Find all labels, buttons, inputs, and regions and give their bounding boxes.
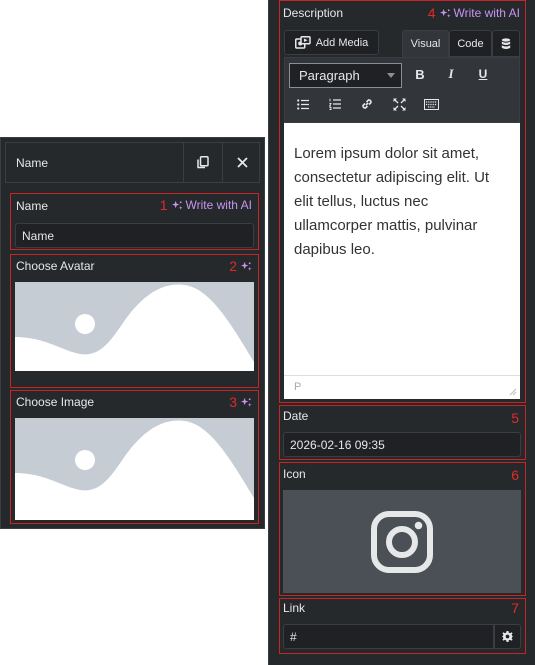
avatar-field-label: Choose Avatar xyxy=(16,259,95,273)
link-icon xyxy=(362,99,372,109)
repeater-item-panel: Name Name 1 Write with AI Name Choose Av… xyxy=(0,137,265,529)
icon-field-label: Icon xyxy=(283,467,306,481)
field-number: 5 xyxy=(511,410,519,426)
field-number: 3 xyxy=(229,394,237,410)
avatar-placeholder-image[interactable] xyxy=(15,282,254,371)
content-settings-panel: Description 4 Write with AI Add Media Vi… xyxy=(268,0,535,665)
repeater-item-title: Name xyxy=(16,156,49,170)
image-field-label: Choose Image xyxy=(16,395,95,409)
link-input[interactable]: # xyxy=(283,624,494,649)
fullscreen-icon xyxy=(393,98,405,110)
tab-visual[interactable]: Visual xyxy=(402,30,449,57)
icon-preview[interactable] xyxy=(283,490,521,593)
toolbar-toggle-button[interactable] xyxy=(422,95,440,113)
image-placeholder-icon xyxy=(15,282,254,371)
keyboard-icon xyxy=(423,98,439,110)
editor-content: Lorem ipsum dolor sit amet, consectetur … xyxy=(294,145,490,258)
repeater-item-header[interactable]: Name xyxy=(5,142,260,183)
add-media-label: Add Media xyxy=(315,36,369,49)
ai-sparkle-icon[interactable] xyxy=(241,397,252,408)
name-input-value: Name xyxy=(22,228,55,243)
chevron-down-icon xyxy=(387,73,395,78)
copy-icon xyxy=(197,156,209,169)
dynamic-tags-button[interactable] xyxy=(492,30,520,57)
database-icon xyxy=(501,37,511,49)
write-with-ai-label: Write with AI xyxy=(185,198,252,212)
close-icon xyxy=(236,157,248,168)
field-number: 4 xyxy=(427,5,436,21)
ai-sparkle-icon xyxy=(439,8,451,18)
link-field-label: Link xyxy=(283,601,306,615)
tab-code-label: Code xyxy=(457,37,484,50)
remove-button[interactable] xyxy=(223,143,261,182)
bold-button[interactable]: B xyxy=(410,64,430,84)
write-with-ai-button[interactable]: Write with AI xyxy=(439,6,520,20)
resize-handle-icon[interactable] xyxy=(509,388,517,396)
bullet-list-button[interactable] xyxy=(294,95,312,113)
duplicate-button[interactable] xyxy=(184,143,222,182)
write-with-ai-label: Write with AI xyxy=(453,6,520,20)
underline-button[interactable]: U xyxy=(473,64,493,84)
instagram-icon xyxy=(371,510,433,573)
bullet-list-icon xyxy=(297,98,309,110)
fullscreen-button[interactable] xyxy=(390,95,408,113)
editor-path: P xyxy=(294,381,302,393)
link-input-value: # xyxy=(290,629,297,644)
date-input-value: 2026-02-16 09:35 xyxy=(290,437,385,452)
gear-icon xyxy=(502,631,513,642)
italic-button[interactable]: I xyxy=(441,64,461,84)
image-placeholder-image[interactable] xyxy=(15,418,254,520)
editor-statusbar: P xyxy=(284,375,520,399)
insert-link-button[interactable] xyxy=(358,95,376,113)
format-select[interactable]: Paragraph xyxy=(289,63,402,88)
name-input[interactable]: Name xyxy=(15,223,254,248)
field-number: 2 xyxy=(229,258,237,274)
media-icon xyxy=(294,36,311,49)
tab-visual-label: Visual xyxy=(410,37,441,50)
numbered-list-button[interactable] xyxy=(326,95,344,113)
link-options-button[interactable] xyxy=(494,624,521,649)
write-with-ai-button[interactable]: Write with AI xyxy=(171,198,252,212)
rich-text-editor[interactable]: Lorem ipsum dolor sit amet, consectetur … xyxy=(284,123,520,375)
name-field-label: Name xyxy=(16,199,49,213)
tab-code[interactable]: Code xyxy=(449,30,492,57)
ai-sparkle-icon xyxy=(171,200,183,210)
numbered-list-icon xyxy=(329,98,341,110)
format-select-value: Paragraph xyxy=(299,68,360,83)
add-media-button[interactable]: Add Media xyxy=(284,30,379,55)
description-field-label: Description xyxy=(283,6,344,20)
field-number: 7 xyxy=(511,600,519,616)
date-input[interactable]: 2026-02-16 09:35 xyxy=(283,432,521,457)
field-number: 6 xyxy=(511,467,519,483)
field-number: 1 xyxy=(159,197,168,213)
image-placeholder-icon xyxy=(15,418,254,520)
date-field-label: Date xyxy=(283,409,309,423)
ai-sparkle-icon[interactable] xyxy=(241,261,252,272)
